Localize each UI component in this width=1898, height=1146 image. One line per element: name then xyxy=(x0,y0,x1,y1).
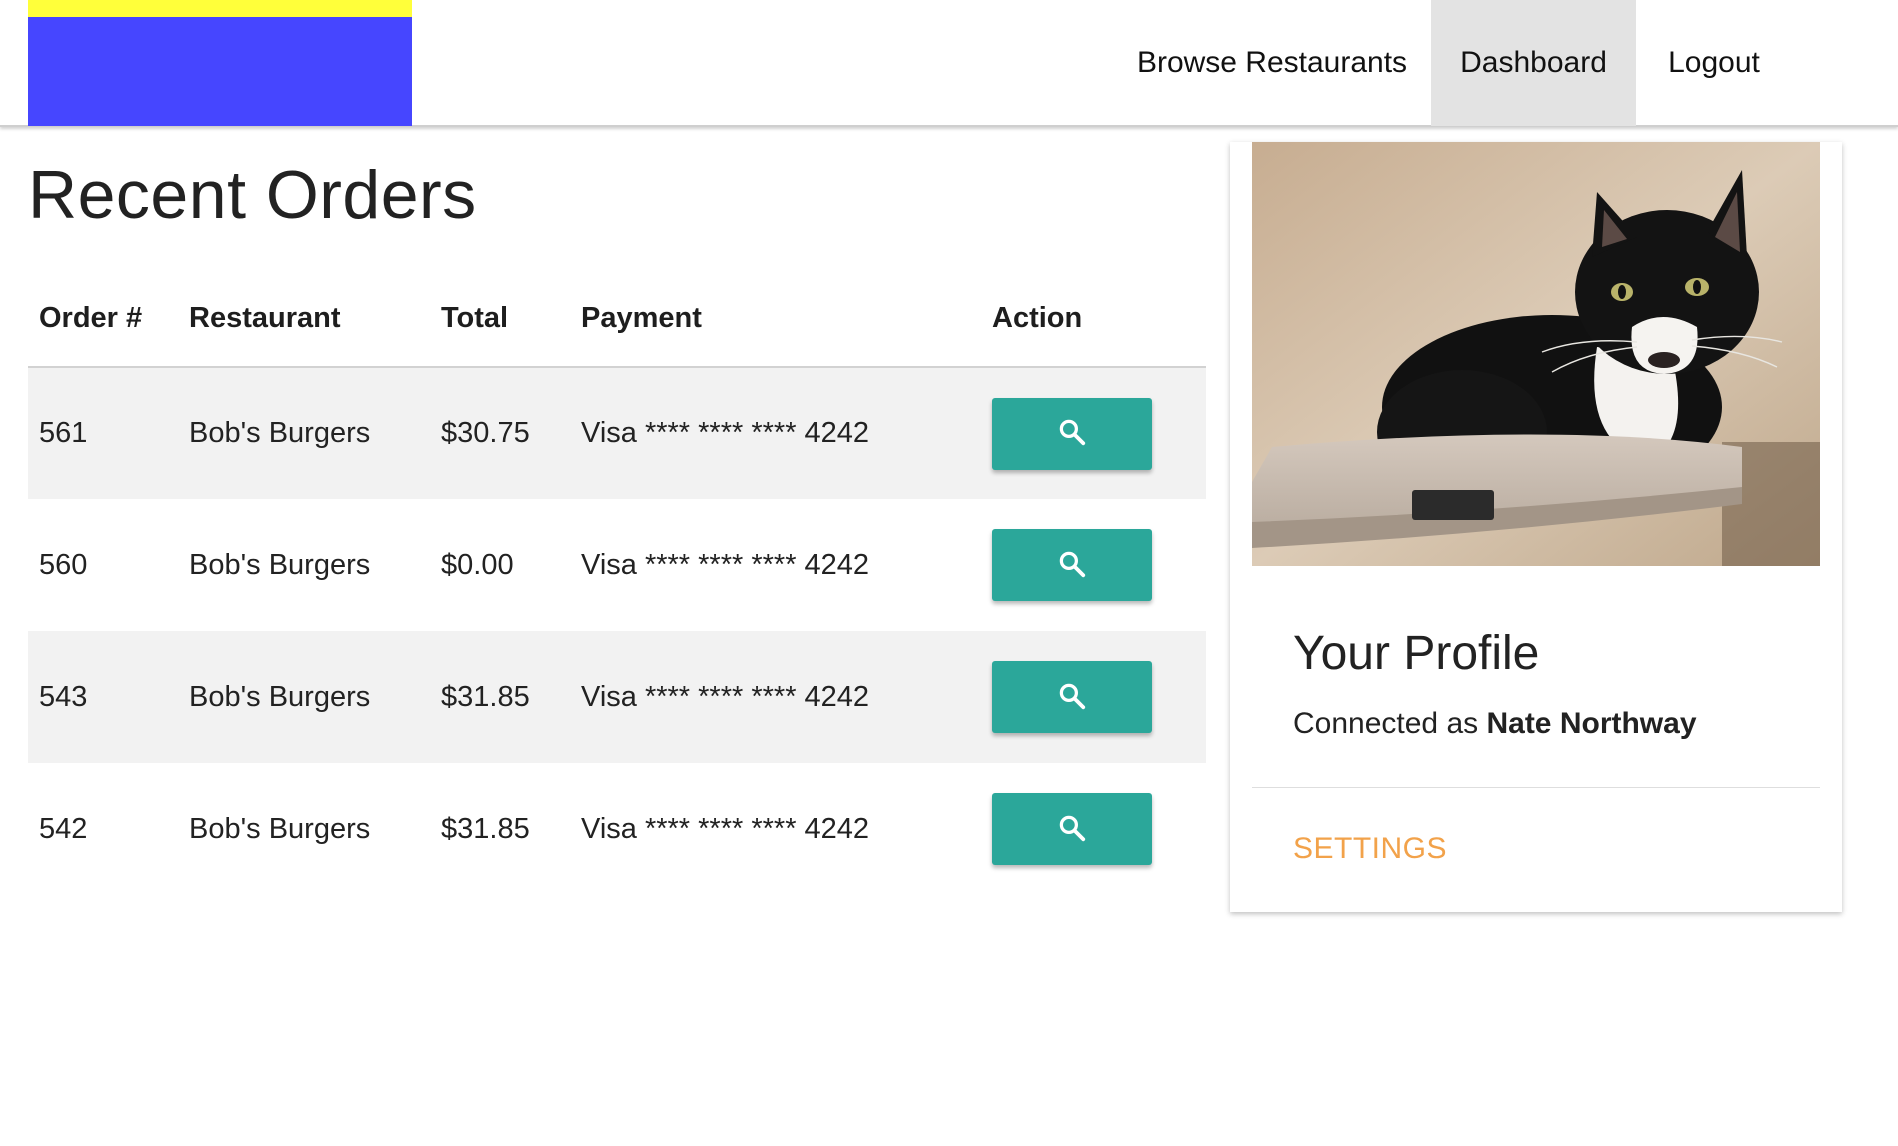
payment-cell: Visa **** **** **** 4242 xyxy=(581,812,870,845)
table-row: 543 Bob's Burgers $31.85 Visa **** **** … xyxy=(28,631,1206,763)
action-cell xyxy=(981,367,1206,499)
table-row: 542 Bob's Burgers $31.85 Visa **** **** … xyxy=(28,763,1206,895)
table-header-row: Order # Restaurant Total Payment Action xyxy=(28,270,1206,368)
order-number-cell: 560 xyxy=(39,548,88,581)
payment-cell: Visa **** **** **** 4242 xyxy=(581,548,870,581)
restaurant-cell: Bob's Burgers xyxy=(189,812,371,845)
page-title: Recent Orders xyxy=(28,157,477,233)
restaurant-cell: Bob's Burgers xyxy=(178,631,430,763)
orders-table: Order # Restaurant Total Payment Action … xyxy=(28,270,1206,895)
profile-photo xyxy=(1252,142,1820,566)
order-number-cell: 543 xyxy=(28,631,178,763)
cat-photo-illustration xyxy=(1252,142,1820,566)
view-order-button[interactable] xyxy=(992,661,1152,733)
profile-title: Your Profile xyxy=(1293,627,1540,680)
action-cell xyxy=(981,499,1206,631)
column-header-order: Order # xyxy=(28,270,178,368)
connected-as-prefix: Connected as xyxy=(1293,707,1487,740)
user-name: Nate Northway xyxy=(1486,707,1697,740)
restaurant-cell: Bob's Burgers xyxy=(189,548,371,581)
column-header-action: Action xyxy=(981,270,1206,368)
table-row: 560 Bob's Burgers $0.00 Visa **** **** *… xyxy=(28,499,1206,631)
divider xyxy=(1252,787,1820,788)
settings-link[interactable]: SETTINGS xyxy=(1293,832,1447,866)
column-header-total: Total xyxy=(430,270,570,368)
view-order-button[interactable] xyxy=(992,529,1152,601)
search-icon xyxy=(1057,549,1087,582)
action-cell xyxy=(981,763,1206,895)
search-icon xyxy=(1057,417,1087,450)
order-number-cell: 561 xyxy=(28,367,178,499)
column-header-payment: Payment xyxy=(570,270,981,368)
column-header-restaurant: Restaurant xyxy=(178,270,430,368)
table-row: 561 Bob's Burgers $30.75 Visa **** **** … xyxy=(28,367,1206,499)
order-number-cell: 542 xyxy=(39,812,88,845)
action-cell xyxy=(981,631,1206,763)
search-icon xyxy=(1057,681,1087,714)
connected-as-text: Connected as Nate Northway xyxy=(1293,707,1697,741)
total-cell: $0.00 xyxy=(441,548,514,581)
nav-dashboard[interactable]: Dashboard xyxy=(1431,0,1636,126)
total-cell: $31.85 xyxy=(430,631,570,763)
payment-cell: Visa **** **** **** 4242 xyxy=(570,367,981,499)
total-cell: $30.75 xyxy=(430,367,570,499)
nav-logout[interactable]: Logout xyxy=(1636,0,1792,126)
site-logo[interactable] xyxy=(28,0,412,126)
profile-card: Your Profile Connected as Nate Northway … xyxy=(1230,142,1842,912)
total-cell: $31.85 xyxy=(441,812,530,845)
restaurant-cell: Bob's Burgers xyxy=(178,367,430,499)
payment-cell: Visa **** **** **** 4242 xyxy=(570,631,981,763)
view-order-button[interactable] xyxy=(992,793,1152,865)
view-order-button[interactable] xyxy=(992,397,1152,470)
top-navbar: Browse Restaurants Dashboard Logout xyxy=(0,0,1898,127)
logo-stripe xyxy=(28,0,412,17)
search-icon xyxy=(1057,813,1087,846)
nav-links: Browse Restaurants Dashboard Logout xyxy=(1113,0,1898,126)
nav-browse-restaurants[interactable]: Browse Restaurants xyxy=(1113,0,1431,126)
